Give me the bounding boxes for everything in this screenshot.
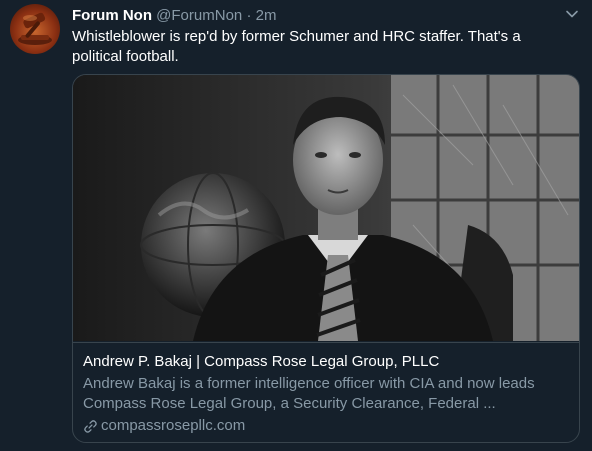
card-domain[interactable]: compassrosepllc.com	[83, 416, 569, 436]
avatar[interactable]	[10, 4, 60, 54]
display-name[interactable]: Forum Non	[72, 7, 152, 24]
timestamp[interactable]: 2m	[256, 7, 277, 24]
card-image[interactable]	[73, 75, 579, 341]
link-card[interactable]: Andrew P. Bakaj | Compass Rose Legal Gro…	[72, 74, 580, 443]
chevron-down-icon[interactable]	[564, 6, 580, 22]
tweet-header: Forum Non @ForumNon · 2m	[72, 6, 276, 26]
gavel-icon	[18, 12, 52, 45]
card-body[interactable]: Andrew P. Bakaj | Compass Rose Legal Gro…	[73, 342, 579, 442]
card-domain-text[interactable]: compassrosepllc.com	[101, 416, 245, 436]
card-title[interactable]: Andrew P. Bakaj | Compass Rose Legal Gro…	[83, 352, 569, 372]
link-icon	[84, 419, 97, 433]
tweet[interactable]: Forum Non @ForumNon · 2m Whistleblower i…	[0, 0, 592, 451]
separator-dot: ·	[246, 7, 252, 24]
card-description: Andrew Bakaj is a former intelligence of…	[83, 375, 535, 412]
tweet-text: Whistleblower is rep'd by former Schumer…	[72, 28, 521, 65]
user-handle[interactable]: @ForumNon	[156, 7, 242, 24]
